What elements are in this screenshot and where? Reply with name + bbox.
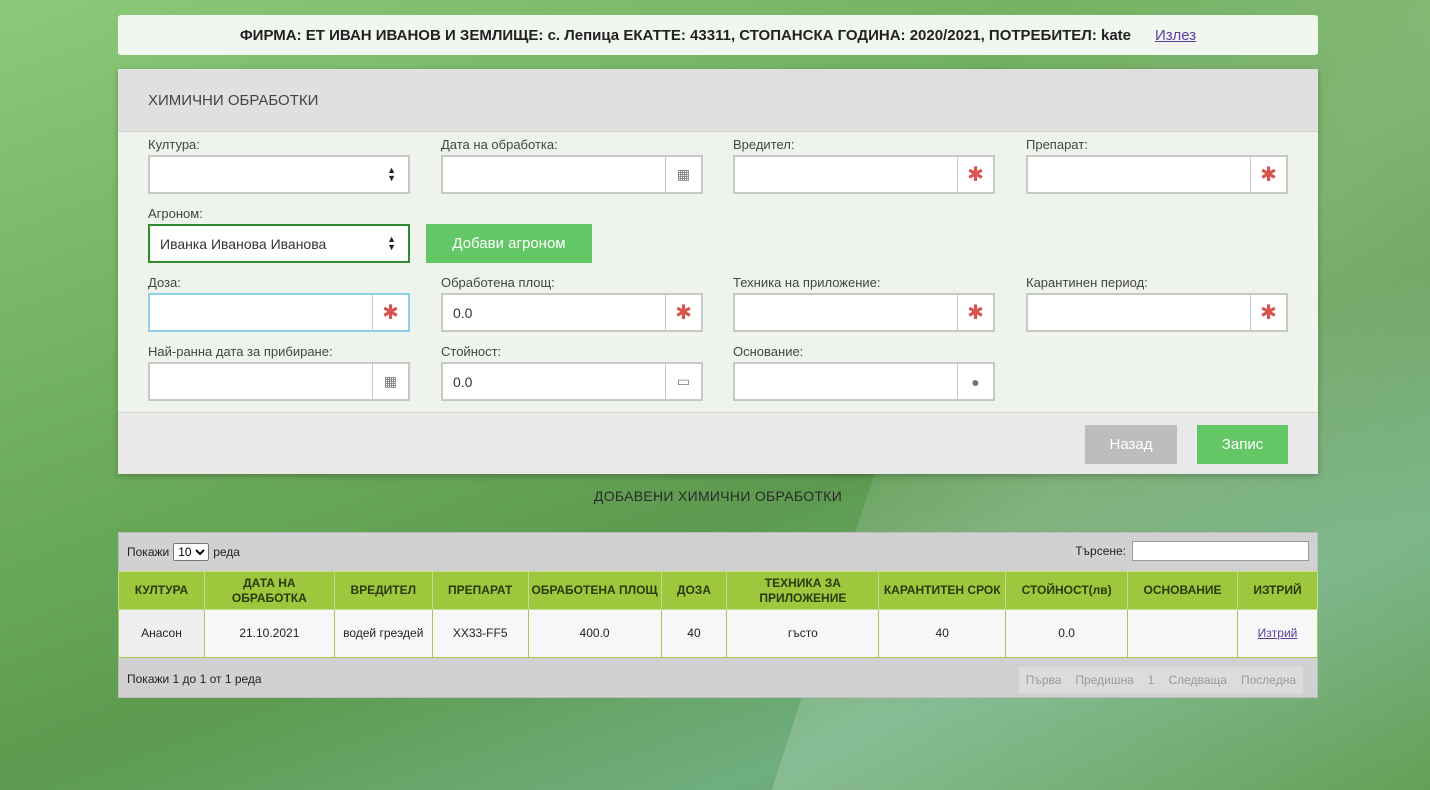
chemical-treatments-form: ХИМИЧНИ ОБРАБОТКИ Култура: ▲ ▼ Дата на об… — [118, 69, 1318, 474]
harvest-date-input[interactable]: ▦ — [148, 362, 410, 401]
quarantine-input[interactable]: ✱ — [1026, 293, 1288, 332]
column-header[interactable]: ДОЗА — [660, 571, 728, 610]
credit-card-icon: ▭ — [665, 364, 701, 399]
basis-label: Основание: — [733, 344, 804, 359]
add-agronomist-button[interactable]: Добави агроном — [426, 224, 592, 263]
form-title: ХИМИЧНИ ОБРАБОТКИ — [118, 69, 1318, 132]
pager-item[interactable]: Следваща — [1161, 667, 1234, 693]
list-title: ДОБАВЕНИ ХИМИЧНИ ОБРАБОТКИ — [593, 488, 843, 504]
select-arrows-icon: ▲ ▼ — [387, 234, 396, 252]
table-cell: 40 — [878, 609, 1007, 658]
culture-field: Култура: ▲ ▼ — [148, 137, 410, 194]
product-input[interactable]: ✱ — [1026, 155, 1288, 194]
cost-input[interactable]: 0.0 ▭ — [441, 362, 703, 401]
treatments-table-container: Покажи 10 реда Търсене: КУЛТУРА ДАТА НА О… — [118, 532, 1318, 698]
pest-input[interactable]: ✱ — [733, 155, 995, 194]
select-arrows-icon: ▲ ▼ — [387, 165, 396, 183]
pest-field: Вредител: ✱ — [733, 137, 995, 194]
search-control: Търсене: — [1075, 541, 1309, 561]
firm-info-text: ФИРМА: ЕТ ИВАН ИВАНОВ И ЗЕМЛИЩЕ: с. Лепи… — [239, 26, 1131, 44]
table-cell: водей греэдей — [333, 609, 433, 658]
agronomist-select[interactable]: Иванка Иванова Иванова ▲ ▼ — [148, 224, 410, 263]
top-info-bar: ФИРМА: ЕТ ИВАН ИВАНОВ И ЗЕМЛИЩЕ: с. Лепи… — [118, 15, 1318, 55]
harvest-date-field: Най-ранна дата за прибиране: ▦ — [148, 344, 410, 401]
area-input[interactable]: 0.0 ✱ — [441, 293, 703, 332]
agronomist-label: Агроном: — [148, 206, 203, 221]
technique-input[interactable]: ✱ — [733, 293, 995, 332]
culture-select[interactable]: ▲ ▼ — [148, 155, 410, 194]
product-field: Препарат: ✱ — [1026, 137, 1288, 194]
table-cell: Анасон — [118, 609, 205, 658]
table-row: Анасон 21.10.2021 водей греэдей XX33-FF5 400… — [118, 609, 1318, 658]
quarantine-label: Карантинен период: — [1026, 275, 1148, 290]
agronomist-field: Агроном: Иванка Иванова Иванова ▲ ▼ — [148, 206, 410, 263]
column-header[interactable]: КАРАНТИТЕН СРОК — [878, 571, 1007, 610]
column-header[interactable]: СТОЙНОСТ(лв) — [1005, 571, 1129, 610]
search-input[interactable] — [1132, 541, 1309, 561]
cost-label: Стойност: — [441, 344, 502, 359]
column-header[interactable]: ТЕХНИКА ЗА ПРИЛОЖЕНИЕ — [726, 571, 880, 610]
asterisk-icon: ✱ — [957, 295, 993, 330]
page-length-control: Покажи 10 реда — [127, 543, 240, 561]
asterisk-icon: ✱ — [957, 157, 993, 192]
column-header[interactable]: ВРЕДИТЕЛ — [333, 571, 433, 610]
page-length-select[interactable]: 10 — [173, 543, 210, 561]
show-label: Покажи — [127, 545, 170, 559]
quarantine-field: Карантинен период: ✱ — [1026, 275, 1288, 332]
asterisk-icon: ✱ — [665, 295, 701, 330]
dose-input[interactable]: ✱ — [148, 293, 410, 332]
table-cell: 40 — [660, 609, 728, 658]
technique-label: Техника на приложение: — [733, 275, 881, 290]
date-label: Дата на обработка: — [441, 137, 558, 152]
dose-field: Доза: ✱ — [148, 275, 410, 332]
table-cell: 0.0 — [1005, 609, 1129, 658]
delete-link[interactable]: Изтрий — [1258, 626, 1298, 640]
form-footer: Назад Запис — [118, 412, 1318, 474]
column-header[interactable]: ОСНОВАНИЕ — [1127, 571, 1238, 610]
user-icon: ● — [957, 364, 993, 399]
area-label: Обработена площ: — [441, 275, 555, 290]
table-cell: Изтрий — [1237, 609, 1318, 658]
date-field: Дата на обработка: ▦ — [441, 137, 703, 194]
asterisk-icon: ✱ — [1250, 157, 1286, 192]
table-cell: 400.0 — [527, 609, 662, 658]
table-cell: гъсто — [726, 609, 880, 658]
treatments-table: КУЛТУРА ДАТА НА ОБРАБОТКА ВРЕДИТЕЛ ПРЕПАРАТ… — [118, 571, 1318, 658]
pest-label: Вредител: — [733, 137, 795, 152]
basis-field: Основание: ● — [733, 344, 995, 401]
dose-label: Доза: — [148, 275, 181, 290]
date-input[interactable]: ▦ — [441, 155, 703, 194]
cost-field: Стойност: 0.0 ▭ — [441, 344, 703, 401]
pager-item[interactable]: Последна — [1234, 667, 1303, 693]
column-header[interactable]: ДАТА НА ОБРАБОТКА — [203, 571, 335, 610]
asterisk-icon: ✱ — [1250, 295, 1286, 330]
rows-label: реда — [213, 545, 240, 559]
logout-link[interactable]: Излез — [1155, 27, 1196, 44]
table-cell — [1127, 609, 1238, 658]
column-header[interactable]: КУЛТУРА — [118, 571, 205, 610]
pager-item[interactable]: Първа — [1019, 667, 1069, 693]
calendar-icon[interactable]: ▦ — [665, 157, 701, 192]
pager-item[interactable]: 1 — [1141, 667, 1162, 693]
culture-label: Култура: — [148, 137, 200, 152]
basis-input[interactable]: ● — [733, 362, 995, 401]
save-button[interactable]: Запис — [1197, 425, 1288, 464]
pager-item[interactable]: Предишна — [1068, 667, 1140, 693]
column-header[interactable]: ПРЕПАРАТ — [431, 571, 529, 610]
column-header[interactable]: ИЗТРИЙ — [1237, 571, 1318, 610]
product-label: Препарат: — [1026, 137, 1088, 152]
calendar-icon[interactable]: ▦ — [372, 364, 408, 399]
column-header[interactable]: ОБРАБОТЕНА ПЛОЩ — [527, 571, 662, 610]
search-label: Търсене: — [1075, 544, 1126, 558]
technique-field: Техника на приложение: ✱ — [733, 275, 995, 332]
back-button[interactable]: Назад — [1085, 425, 1177, 464]
area-field: Обработена площ: 0.0 ✱ — [441, 275, 703, 332]
harvest-date-label: Най-ранна дата за прибиране: — [148, 344, 333, 359]
asterisk-icon: ✱ — [372, 295, 408, 330]
table-cell: 21.10.2021 — [203, 609, 335, 658]
table-cell: XX33-FF5 — [431, 609, 529, 658]
pagination: Първа Предишна 1 Следваща Последна — [1018, 667, 1303, 693]
table-info: Покажи 1 до 1 от 1 реда — [127, 672, 262, 686]
